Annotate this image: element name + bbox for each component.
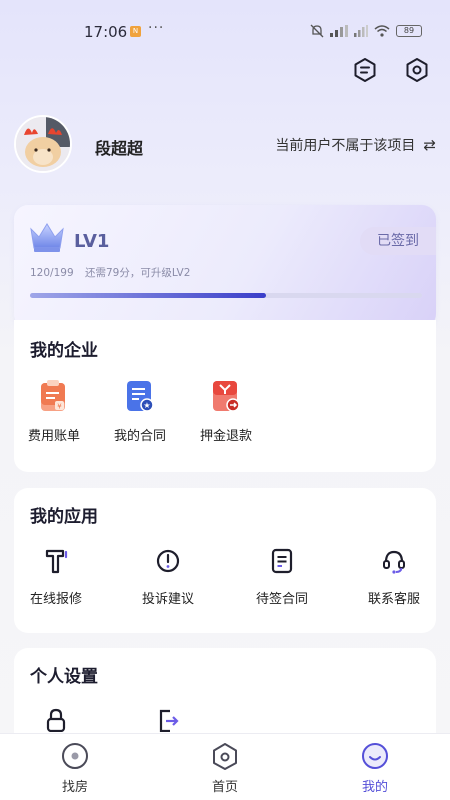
enterprise-card: 我的企业 ¥ 费用账单 ★ 我的合同 押金退款 (14, 320, 436, 472)
find-room-icon (61, 742, 89, 770)
signed-in-button[interactable]: 已签到 (360, 227, 436, 255)
wifi-icon (374, 25, 390, 37)
project-switch[interactable]: 当前用户不属于该项目 ⇄ (275, 135, 436, 155)
signal-icon (330, 25, 348, 37)
level-upgrade-hint: 还需79分，可升级LV2 (84, 267, 191, 279)
pending-contract-label: 待签合同 (255, 592, 308, 607)
lock-icon[interactable] (44, 708, 68, 733)
more-notifications-icon: ··· (148, 20, 165, 36)
settings-gear-icon[interactable] (404, 57, 430, 83)
complaint-icon (155, 548, 181, 574)
tab-home[interactable]: 首页 (185, 742, 265, 795)
deposit-refund-icon (211, 380, 241, 412)
signal-2-icon (354, 25, 368, 37)
status-bar: 17:06 N ··· 89 (0, 0, 450, 64)
contract-label: 我的合同 (113, 429, 166, 444)
profile-header: 段超超 当前用户不属于该项目 ⇄ (14, 115, 436, 175)
repair-label: 在线报修 (29, 592, 82, 607)
tab-find-room[interactable]: 找房 (35, 742, 115, 795)
tab-home-label: 首页 (211, 780, 238, 795)
bottom-tab-bar: 找房 首页 我的 (0, 733, 450, 800)
header-actions (352, 57, 430, 83)
bill-label: 费用账单 (27, 429, 80, 444)
message-icon[interactable] (352, 57, 378, 83)
deposit-refund-entry[interactable]: 押金退款 (196, 380, 256, 444)
contract-icon: ★ (125, 380, 155, 412)
switch-icon: ⇄ (423, 136, 436, 154)
logout-icon[interactable] (156, 708, 180, 733)
bill-entry[interactable]: ¥ 费用账单 (24, 380, 84, 444)
mute-icon (310, 24, 324, 38)
crown-icon (30, 223, 64, 252)
tab-mine-label: 我的 (361, 780, 388, 795)
complaint-label: 投诉建议 (141, 592, 194, 607)
contract-entry[interactable]: ★ 我的合同 (110, 380, 170, 444)
tab-find-room-label: 找房 (61, 780, 88, 795)
settings-title: 个人设置 (30, 667, 98, 687)
username: 段超超 (95, 139, 144, 158)
apps-title: 我的应用 (30, 507, 98, 527)
status-icons: 89 (310, 24, 422, 38)
avatar[interactable] (14, 115, 72, 173)
bill-icon: ¥ (39, 380, 69, 412)
level-label: LV1 (74, 231, 110, 252)
complaint-entry[interactable]: 投诉建议 (128, 548, 208, 607)
customer-service-label: 联系客服 (367, 592, 420, 607)
enterprise-title: 我的企业 (30, 341, 98, 361)
customer-service-entry[interactable]: 联系客服 (354, 548, 434, 607)
repair-entry[interactable]: 在线报修 (16, 548, 96, 607)
status-time: 17:06 (84, 23, 128, 41)
project-status-text: 当前用户不属于该项目 (275, 138, 416, 154)
level-card: LV1 已签到 120/199 还需79分，可升级LV2 (14, 205, 436, 328)
deposit-refund-label: 押金退款 (199, 429, 252, 444)
svg-text:★: ★ (143, 401, 150, 410)
level-progress-bar (30, 293, 422, 298)
notification-app-icon: N (130, 26, 141, 37)
pending-contract-icon (269, 548, 295, 574)
customer-service-icon (381, 548, 407, 574)
mine-icon (361, 742, 389, 770)
apps-card: 我的应用 在线报修 投诉建议 待签合同 联系客服 (14, 488, 436, 633)
level-points: 120/199 (30, 267, 74, 279)
pending-contract-entry[interactable]: 待签合同 (242, 548, 322, 607)
home-icon (211, 742, 239, 770)
tab-mine[interactable]: 我的 (335, 742, 415, 795)
level-progress-text: 120/199 还需79分，可升级LV2 (30, 265, 198, 280)
svg-text:¥: ¥ (57, 403, 62, 411)
repair-icon (43, 548, 69, 574)
battery-icon: 89 (396, 25, 422, 37)
level-progress-fill (30, 293, 267, 298)
